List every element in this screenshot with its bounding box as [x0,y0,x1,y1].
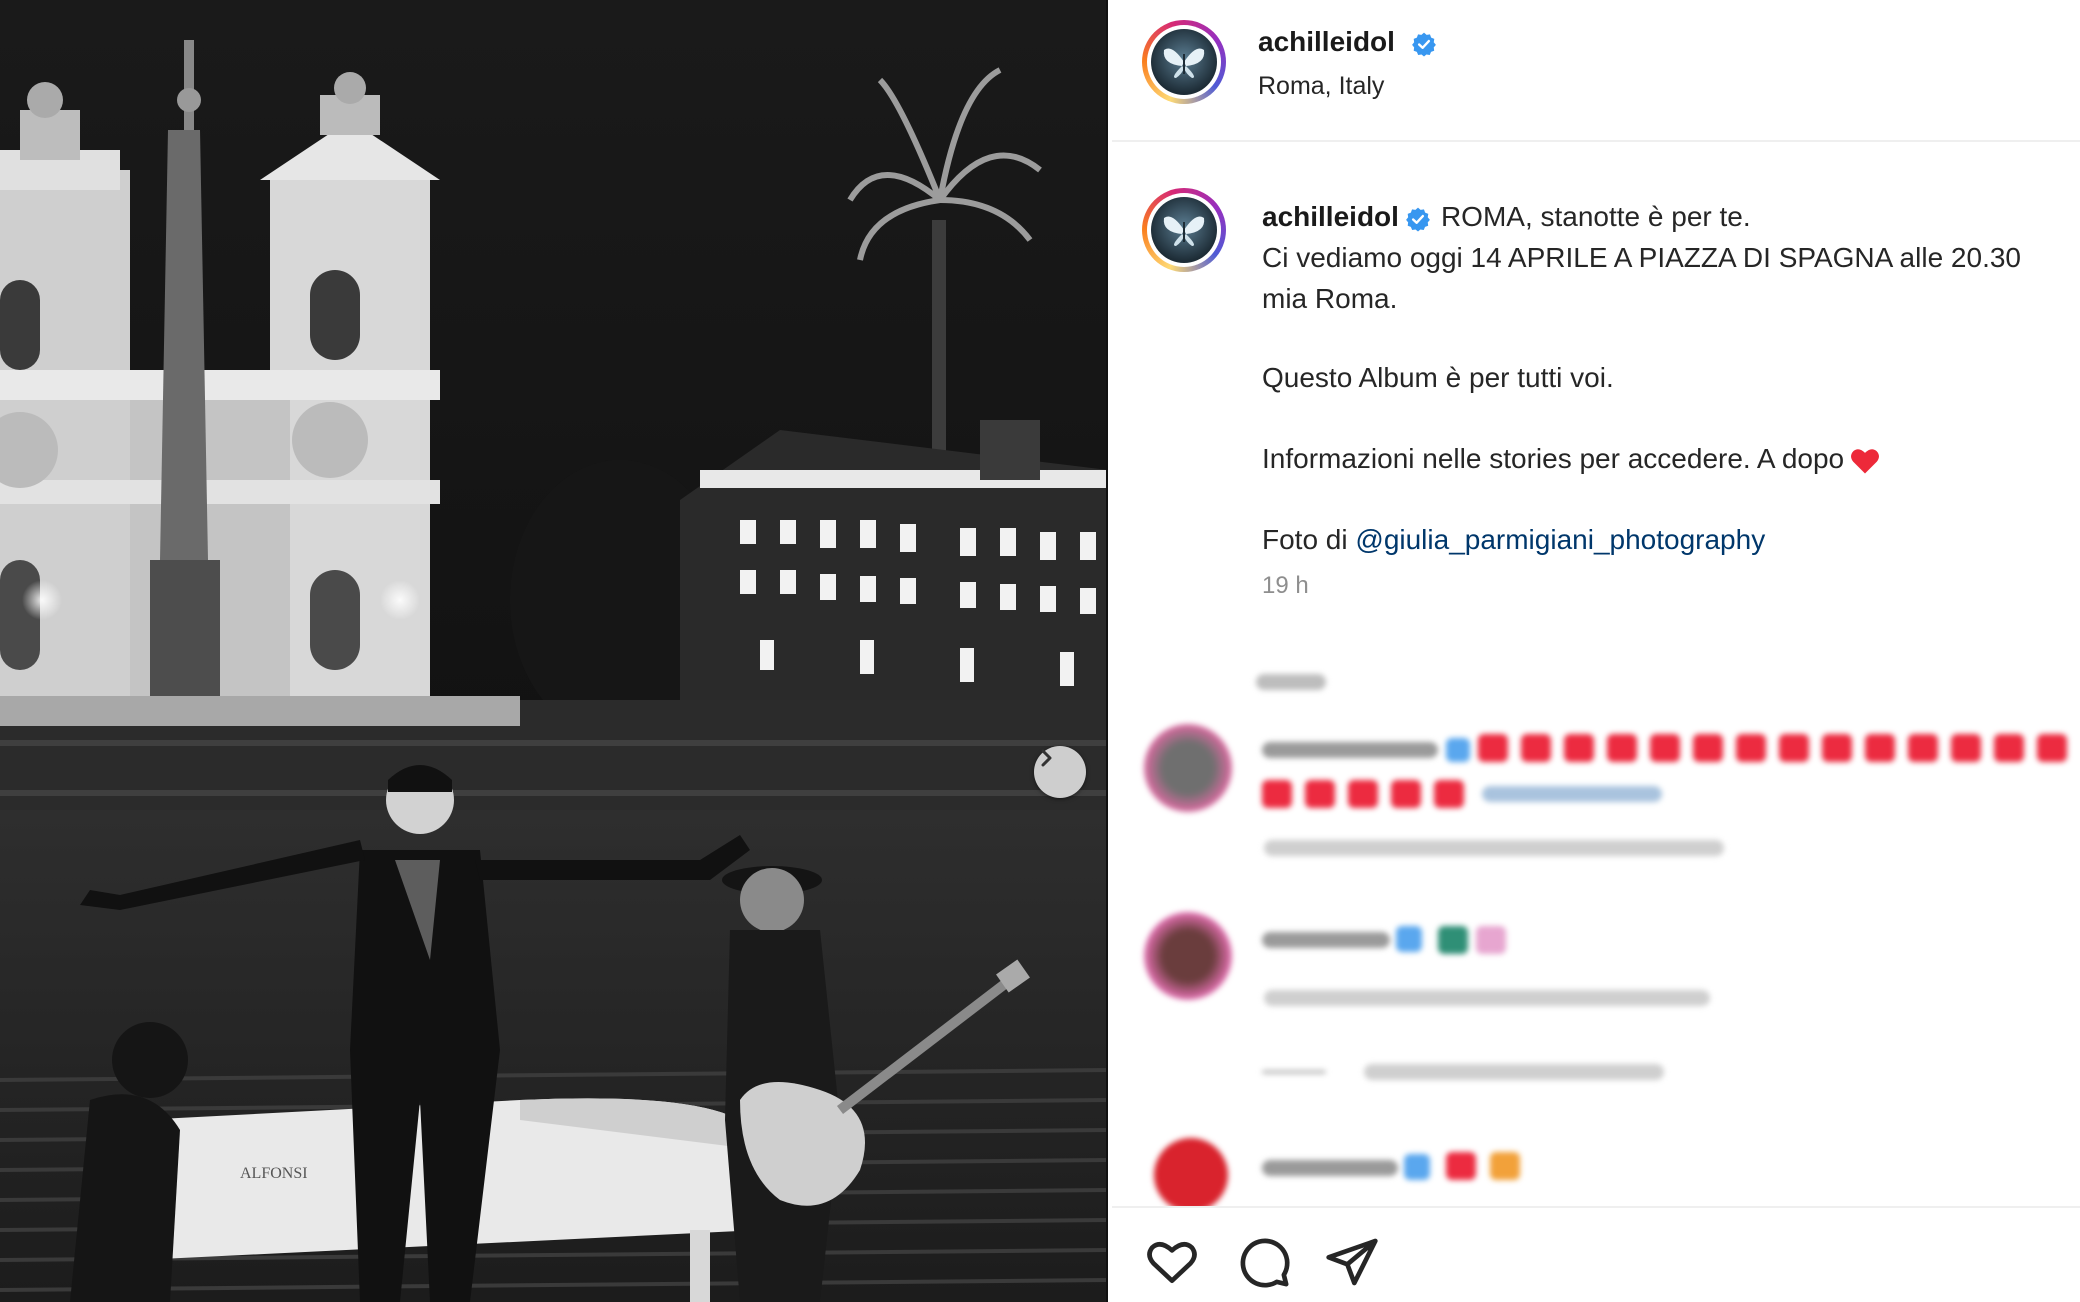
verified-badge-icon [1404,1154,1430,1180]
post-author-username[interactable]: achilleidol [1258,26,1437,58]
photo-scene: ALFONSI [0,0,1108,1302]
post-header: achilleidol Roma, Italy [1112,0,2080,142]
next-photo-button[interactable] [1034,746,1086,798]
comment-username[interactable] [1262,1160,1398,1176]
caption-text: achilleidol ROMA, stanotte è per te. Ci … [1262,196,2080,560]
caption-line-5: Informazioni nelle stories per accedere.… [1262,443,1845,474]
post-location[interactable]: Roma, Italy [1258,72,1384,101]
share-send-icon[interactable] [1324,1234,1380,1290]
author-avatar[interactable] [1142,20,1226,104]
verified-badge-icon [1446,738,1470,762]
chevron-right-icon [1041,749,1052,767]
caption-author-avatar[interactable] [1142,188,1226,272]
caption-line-1: ROMA, stanotte è per te. [1440,201,1751,232]
post-timestamp[interactable]: 19 h [1262,572,1309,600]
blurred-original-link[interactable] [1256,674,1326,690]
comment-avatar[interactable] [1154,1138,1228,1212]
verified-badge-icon [1406,207,1430,232]
caption-line-2: Ci vediamo oggi 14 APRILE A PIAZZA DI SP… [1262,242,2021,273]
comment-meta[interactable] [1264,840,1724,856]
comment-emoji [1490,1152,1520,1180]
comment-emoji [1438,926,1468,954]
comment-emoji [1446,1152,1476,1180]
view-replies-button[interactable] [1364,1064,1664,1080]
post-action-bar [1112,1206,2080,1302]
author-name-text[interactable]: achilleidol [1258,26,1395,57]
heart-outline-icon[interactable] [1144,1234,1200,1290]
photo-credit-mention[interactable]: @giulia_parmigiani_photography [1355,524,1765,555]
post-photo[interactable]: ALFONSI [0,0,1108,1302]
butterfly-avatar-icon [1163,48,1205,78]
replies-divider [1262,1070,1326,1074]
caption-line-4: Questo Album è per tutti voi. [1262,362,1614,393]
comment-heart-emojis-2 [1262,780,1464,808]
comment-meta[interactable] [1264,990,1710,1006]
caption-author-username[interactable]: achilleidol [1262,201,1399,232]
verified-badge-icon [1411,32,1436,57]
comment-emoji [1476,926,1506,954]
comment-bubble-icon[interactable] [1236,1234,1292,1290]
comment-username[interactable] [1262,742,1438,758]
comment-username[interactable] [1262,932,1390,948]
piano-brand-text: ALFONSI [240,1165,308,1182]
post-side-panel: achilleidol Roma, Italy achilleidol ROMA… [1112,0,2080,1302]
comment-mention[interactable] [1482,786,1662,802]
caption-line-3: mia Roma. [1262,283,1398,314]
verified-badge-icon [1396,926,1422,952]
comment-avatar[interactable] [1144,912,1232,1000]
comment-heart-emojis [1478,734,2067,762]
photo-credit-prefix: Foto di [1262,524,1348,555]
photo-divider [1106,0,1108,1302]
comment-avatar[interactable] [1144,724,1232,812]
red-heart-emoji [1851,448,1880,474]
butterfly-avatar-icon [1163,216,1205,246]
